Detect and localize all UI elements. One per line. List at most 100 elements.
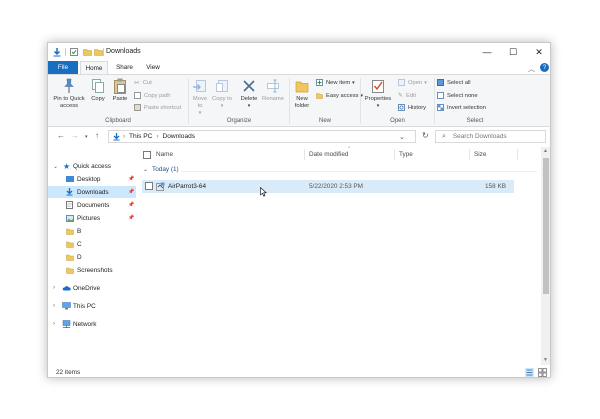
vertical-scrollbar[interactable]: ▲ ▼ <box>541 147 550 365</box>
address-dropdown-icon[interactable]: ⌄ <box>399 133 405 141</box>
edit-label: Edit <box>406 92 417 99</box>
delete-label: Delete <box>240 96 258 102</box>
tree-quick-access[interactable]: ⌄ ★ Quick access <box>48 160 136 172</box>
minimize-button[interactable]: — <box>474 43 500 61</box>
cut-button[interactable]: ✂ Cut <box>134 79 152 87</box>
pin-icon[interactable]: 📌 <box>128 189 134 195</box>
tree-folder-b[interactable]: B <box>48 225 136 237</box>
new-item-button[interactable]: New item ▾ <box>316 79 355 86</box>
select-all-checkbox[interactable] <box>143 151 151 159</box>
navigation-pane: ⌄ ★ Quick access Desktop 📌 Downloads 📌 D… <box>48 147 136 365</box>
copy-path-icon <box>134 92 141 99</box>
tab-home[interactable]: Home <box>80 61 108 74</box>
tree-documents[interactable]: Documents 📌 <box>48 199 136 211</box>
copy-to-button[interactable]: Copy to ▾ <box>212 78 232 110</box>
expand-chevron-icon[interactable]: › <box>53 303 55 309</box>
properties-button[interactable]: Properties ▾ <box>363 78 393 110</box>
new-folder-label: New folder <box>294 96 310 109</box>
tab-file[interactable]: File <box>48 61 78 74</box>
paste-label: Paste <box>112 96 128 102</box>
invert-selection-icon <box>437 104 444 111</box>
refresh-icon[interactable]: ↻ <box>422 131 429 140</box>
tree-downloads[interactable]: Downloads 📌 <box>48 186 136 198</box>
column-header-type[interactable]: Type <box>399 147 469 162</box>
open-button[interactable]: Open ▾ <box>398 79 427 86</box>
pin-icon[interactable]: 📌 <box>128 215 134 221</box>
paste-button[interactable]: Paste <box>109 78 131 103</box>
copy-path-button[interactable]: Copy path <box>134 92 170 99</box>
tree-this-pc[interactable]: › This PC <box>48 300 136 312</box>
column-header-size[interactable]: Size <box>474 147 534 162</box>
cloud-icon <box>62 286 71 291</box>
pin-icon[interactable]: 📌 <box>128 202 134 208</box>
search-box[interactable]: ⌕ Search Downloads <box>435 130 546 143</box>
scroll-thumb[interactable] <box>543 158 549 294</box>
breadcrumb-chevron-icon[interactable]: › <box>156 134 158 140</box>
close-button[interactable]: ✕ <box>526 43 550 61</box>
expand-chevron-icon[interactable]: › <box>53 285 55 291</box>
paste-shortcut-button[interactable]: Paste shortcut <box>134 104 181 111</box>
maximize-button[interactable]: ☐ <box>500 43 526 61</box>
history-button[interactable]: History <box>398 104 426 111</box>
large-icons-view-icon[interactable] <box>538 368 547 377</box>
tree-folder-screenshots[interactable]: Screenshots <box>48 264 136 276</box>
easy-access-button[interactable]: Easy access ▾ <box>316 92 363 99</box>
help-icon[interactable]: ? <box>540 63 549 72</box>
select-none-button[interactable]: Select none <box>437 92 478 99</box>
breadcrumb-downloads[interactable]: Downloads <box>162 133 195 140</box>
status-bar: 22 items <box>48 365 550 377</box>
back-arrow-icon[interactable]: ← <box>57 131 65 140</box>
column-header-date[interactable]: Date modified <box>309 147 394 162</box>
pin-quick-access-button[interactable]: Pin to Quick access <box>50 78 88 110</box>
group-header-today[interactable]: ⌄ Today (1) <box>143 166 179 173</box>
copy-button[interactable]: Copy <box>88 78 108 103</box>
tree-desktop[interactable]: Desktop 📌 <box>48 173 136 185</box>
download-arrow-icon[interactable] <box>53 47 61 57</box>
column-separator[interactable] <box>304 149 305 160</box>
breadcrumb-chevron-icon[interactable]: › <box>123 134 125 140</box>
up-arrow-icon[interactable]: ↑ <box>95 131 99 140</box>
expand-chevron-icon[interactable]: ⌄ <box>53 163 58 170</box>
new-folder-quick-icon[interactable] <box>83 48 92 56</box>
tree-label: Desktop <box>77 175 101 183</box>
tree-network[interactable]: › Network <box>48 318 136 330</box>
scroll-down-icon[interactable]: ▼ <box>543 357 548 363</box>
tree-label: C <box>77 240 82 248</box>
table-row[interactable]: AirParrot3-64 5/22/2020 2:53 PM 158 KB <box>142 180 514 193</box>
tab-share[interactable]: Share <box>111 61 138 74</box>
column-separator[interactable] <box>517 149 518 160</box>
row-checkbox[interactable] <box>145 182 153 190</box>
collapse-ribbon-icon[interactable]: ︿ <box>528 64 535 74</box>
edit-button[interactable]: ✎ Edit <box>398 92 417 100</box>
properties-icon <box>372 80 384 93</box>
details-view-icon[interactable] <box>525 368 534 377</box>
tree-pictures[interactable]: Pictures 📌 <box>48 212 136 224</box>
column-header-name[interactable]: Name <box>156 147 306 162</box>
expand-chevron-icon[interactable]: › <box>53 321 55 327</box>
pin-icon[interactable]: 📌 <box>128 176 134 182</box>
tree-onedrive[interactable]: › OneDrive <box>48 282 136 294</box>
new-folder-icon <box>295 81 309 93</box>
tab-view[interactable]: View <box>141 61 165 74</box>
column-separator[interactable] <box>469 149 470 160</box>
network-icon <box>62 320 71 328</box>
delete-button[interactable]: Delete ▾ <box>238 78 260 110</box>
scroll-up-icon[interactable]: ▲ <box>543 148 548 154</box>
recent-locations-icon[interactable]: ▾ <box>85 134 88 140</box>
invert-selection-button[interactable]: Invert selection <box>437 104 486 111</box>
tree-label: Pictures <box>77 214 101 222</box>
breadcrumb-this-pc[interactable]: This PC <box>129 133 152 140</box>
address-bar[interactable]: › This PC › Downloads ⌄ <box>108 130 416 143</box>
rename-button[interactable]: Rename <box>261 78 285 103</box>
collapse-chevron-icon[interactable]: ⌄ <box>143 166 148 173</box>
tree-folder-c[interactable]: C <box>48 238 136 250</box>
column-separator[interactable] <box>394 149 395 160</box>
select-all-button[interactable]: Select all <box>437 79 471 86</box>
move-to-button[interactable]: Move to ▾ <box>190 78 210 117</box>
properties-label: Properties <box>364 96 392 102</box>
forward-arrow-icon[interactable]: → <box>71 131 79 140</box>
new-folder-button[interactable]: New folder <box>291 78 313 110</box>
tree-folder-d[interactable]: D <box>48 251 136 263</box>
properties-check-icon[interactable] <box>70 48 78 56</box>
file-size: 158 KB <box>485 183 506 190</box>
